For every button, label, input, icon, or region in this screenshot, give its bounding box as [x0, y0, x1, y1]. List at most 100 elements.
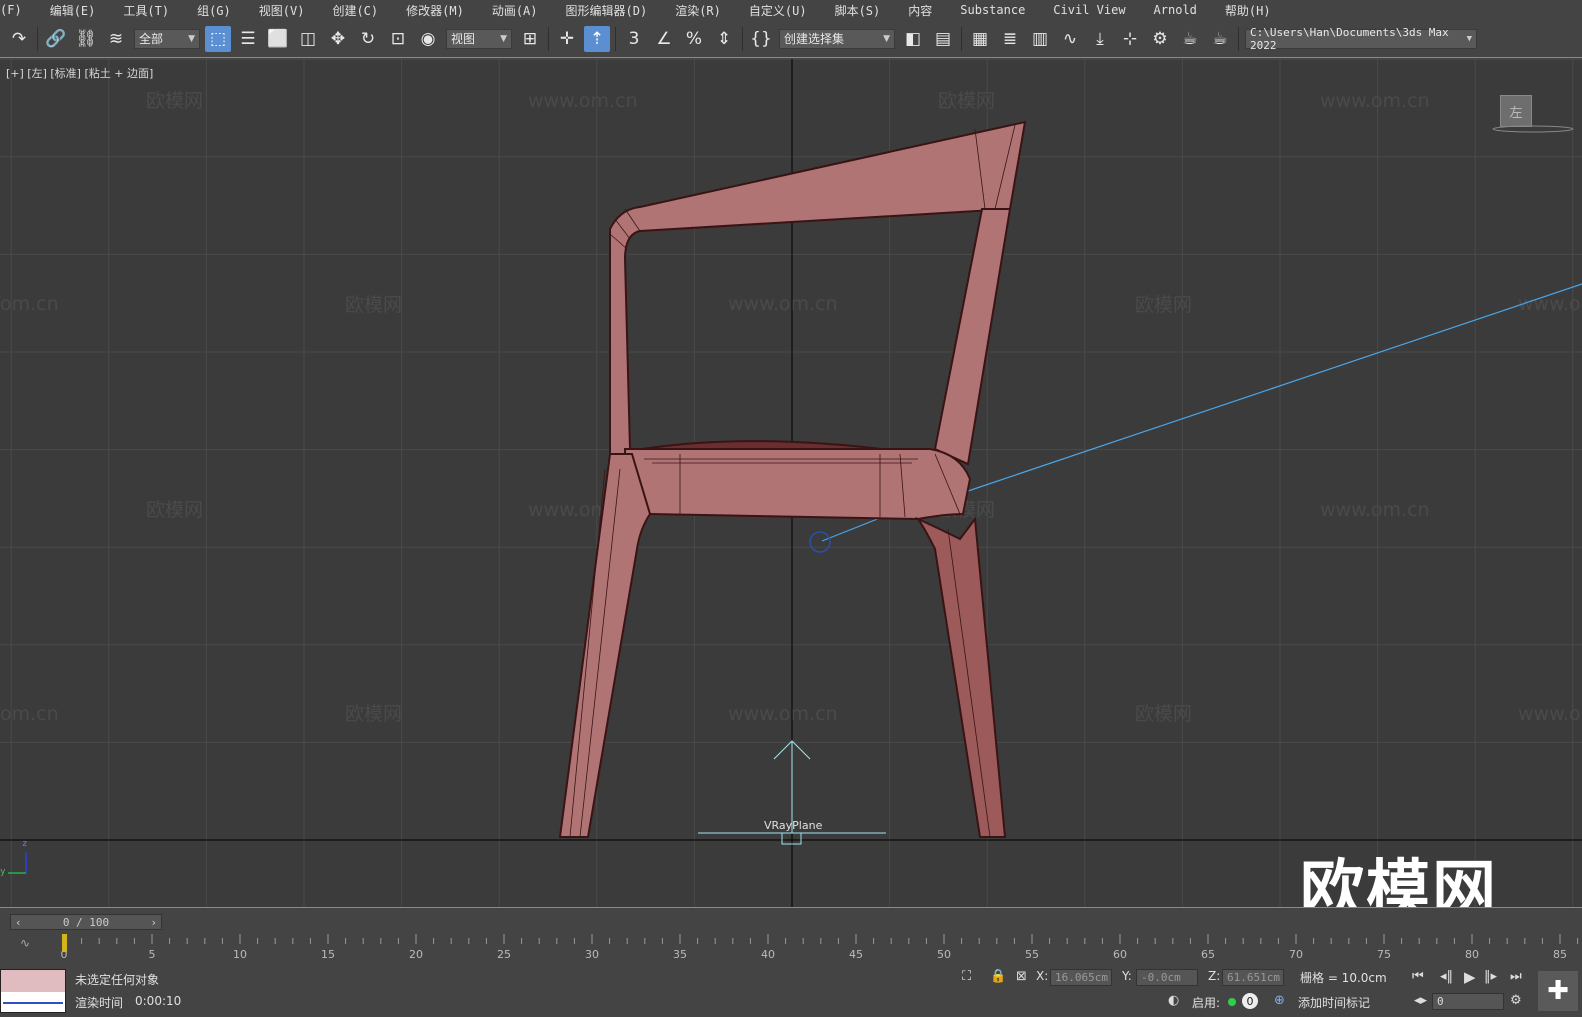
viewport-label[interactable]: [+] [左] [标准] [粘土 + 边面]: [6, 65, 153, 81]
grid-size: 栅格 = 10.0cm: [1300, 971, 1387, 985]
spinner-snap-icon[interactable]: ⇕: [711, 26, 737, 52]
chair-rear-right-leg: [915, 516, 1007, 838]
menu-group[interactable]: 组(G): [183, 2, 245, 19]
time-tag-icon[interactable]: ⊕: [1274, 993, 1285, 1008]
selection-filter-dropdown[interactable]: 全部 ▼: [134, 28, 200, 49]
menu-views[interactable]: 视图(V): [245, 2, 319, 19]
timeline-ruler[interactable]: 0 5 10 15 20 25 30 35 40 45 50 55 60 65 70 75 80 85: [60, 934, 1580, 964]
render-time-label: 渲染时间: [75, 996, 124, 1010]
unlink-icon[interactable]: ⛓: [73, 26, 99, 52]
scene-explorer-icon[interactable]: ▦: [967, 26, 993, 52]
edit-named-selection-icon[interactable]: {}: [748, 26, 774, 52]
reference-coord-dropdown[interactable]: 视图 ▼: [446, 28, 512, 49]
menu-customize[interactable]: 自定义(U): [735, 2, 821, 19]
lock-icon[interactable]: 🔒: [990, 969, 1006, 984]
menu-arnold[interactable]: Arnold: [1140, 3, 1211, 17]
key-mode-icon[interactable]: ◂▸: [1414, 993, 1427, 1008]
redo-icon[interactable]: ↷: [6, 26, 32, 52]
x-coordinate-field[interactable]: 16.065cm: [1050, 969, 1112, 986]
menu-animation[interactable]: 动画(A): [478, 2, 552, 19]
ribbon-toggle-icon[interactable]: ▥: [1027, 26, 1053, 52]
snap-label: 3: [628, 28, 640, 49]
timeline-tick-label: 70: [1289, 948, 1303, 961]
layer-explorer-icon[interactable]: ≣: [997, 26, 1023, 52]
frame-display: 0 / 100: [62, 915, 110, 929]
named-selection-dropdown[interactable]: 创建选择集 ▼: [779, 28, 895, 49]
menu-file[interactable]: (F): [0, 3, 36, 17]
menu-rendering[interactable]: 渲染(R): [661, 2, 735, 19]
viewcube-ring[interactable]: [1488, 123, 1578, 135]
chevron-left-icon[interactable]: ‹: [11, 916, 26, 929]
curve-editor-mini-icon[interactable]: ∿: [20, 936, 30, 950]
time-slider[interactable]: ‹ 0 / 100 ›: [10, 914, 162, 930]
rect-selection-icon[interactable]: ⬜: [265, 26, 291, 52]
rotate-icon[interactable]: ↻: [355, 26, 381, 52]
current-frame-field[interactable]: 0: [1432, 993, 1504, 1010]
menu-substance[interactable]: Substance: [946, 3, 1039, 17]
play-icon[interactable]: ▶: [1464, 968, 1476, 986]
material-editor-icon[interactable]: ⚙: [1147, 26, 1173, 52]
absolute-mode-icon[interactable]: ⊠: [1016, 969, 1027, 984]
window-crossing-icon[interactable]: ◫: [295, 26, 321, 52]
viewport-navigation-plus-icon[interactable]: ✚: [1538, 971, 1578, 1011]
angle-snap-icon[interactable]: ∠: [651, 26, 677, 52]
menu-scripting[interactable]: 脚本(S): [821, 2, 895, 19]
timeline-tick-label: 65: [1201, 948, 1215, 961]
chevron-down-icon: ▼: [188, 33, 195, 44]
render-time-value: 0:00:10: [135, 994, 182, 1008]
render-setup-icon[interactable]: ☕: [1177, 26, 1203, 52]
project-path-dropdown[interactable]: C:\Users\Han\Documents\3ds Max 2022 ▼: [1245, 26, 1477, 52]
chair-back-right-post: [933, 208, 1012, 466]
add-time-tag[interactable]: 添加时间标记: [1298, 994, 1370, 1011]
chair-seat-frame: [623, 448, 972, 521]
menu-graph-editors[interactable]: 图形编辑器(D): [552, 2, 662, 19]
menu-help[interactable]: 帮助(H): [1211, 2, 1285, 19]
select-object-icon[interactable]: ⬚: [205, 25, 231, 52]
axis-z-label: z: [22, 839, 28, 849]
y-coordinate-field[interactable]: -0.0cm: [1136, 969, 1198, 986]
axis-y-label: y: [0, 867, 6, 877]
timeline-tick-label: 75: [1377, 948, 1391, 961]
menu-bar: (F) 编辑(E) 工具(T) 组(G) 视图(V) 创建(C) 修改器(M) …: [0, 0, 1582, 20]
goto-start-icon[interactable]: ⏮: [1412, 969, 1424, 984]
maxscript-listener-swatch[interactable]: [0, 969, 66, 1013]
menu-content[interactable]: 内容: [894, 2, 946, 19]
select-manipulate-icon[interactable]: ✛: [554, 26, 580, 52]
snaps-toggle-icon[interactable]: 3: [621, 26, 647, 52]
place-icon[interactable]: ◉: [415, 26, 441, 52]
isolate-selection-icon[interactable]: ⛶: [962, 969, 971, 984]
percent-snap-icon[interactable]: %: [681, 26, 707, 52]
adaptive-degradation-icon[interactable]: ◐: [1168, 993, 1179, 1008]
next-frame-icon[interactable]: ‖▸: [1484, 969, 1497, 984]
timeline-tick-label: 45: [849, 948, 863, 961]
mirror-icon[interactable]: ◧: [900, 26, 926, 52]
render-frame-icon[interactable]: ☕: [1207, 26, 1233, 52]
menu-create[interactable]: 创建(C): [318, 2, 392, 19]
z-coordinate-field[interactable]: 61.651cm: [1222, 969, 1284, 986]
select-by-name-icon[interactable]: ☰: [235, 26, 261, 52]
previous-frame-icon[interactable]: ◂‖: [1440, 969, 1453, 984]
menu-tools[interactable]: 工具(T): [109, 2, 183, 19]
pivot-center-icon[interactable]: ⊞: [517, 26, 543, 52]
dope-sheet-icon[interactable]: ⤓: [1087, 26, 1113, 52]
menu-modifiers[interactable]: 修改器(M): [392, 2, 478, 19]
timeline-tick-label: 40: [761, 948, 775, 961]
goto-end-icon[interactable]: ⏭: [1510, 969, 1522, 984]
keyboard-shortcut-override-icon[interactable]: ⇡: [584, 25, 610, 52]
link-icon[interactable]: 🔗: [43, 26, 69, 52]
left-viewport[interactable]: 欧模网 www.om.cn 欧模网 www.om.cn om.cn 欧模网 ww…: [0, 59, 1582, 907]
align-icon[interactable]: ▤: [930, 26, 956, 52]
timeline-tick-label: 80: [1465, 948, 1479, 961]
scale-icon[interactable]: ⊡: [385, 26, 411, 52]
curve-editor-icon[interactable]: ∿: [1057, 26, 1083, 52]
schematic-view-icon[interactable]: ⊹: [1117, 26, 1143, 52]
timeline-tick-label: 60: [1113, 948, 1127, 961]
menu-civil-view[interactable]: Civil View: [1039, 3, 1139, 17]
bind-space-warp-icon[interactable]: ≋: [103, 26, 129, 52]
move-icon[interactable]: ✥: [325, 26, 351, 52]
menu-edit[interactable]: 编辑(E): [36, 2, 110, 19]
watermark-logo: 欧模网: [1300, 854, 1498, 907]
time-configuration-icon[interactable]: ⚙: [1510, 993, 1522, 1008]
chevron-right-icon[interactable]: ›: [146, 916, 161, 929]
z-label: Z:: [1208, 969, 1221, 983]
